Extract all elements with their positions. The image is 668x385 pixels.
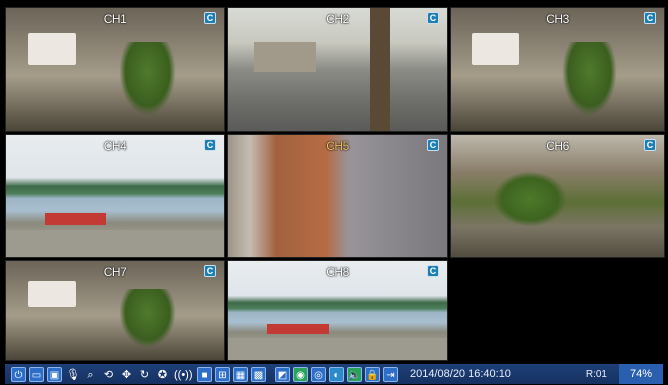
channel-label: CH7 xyxy=(103,265,127,279)
record-count: R:01 xyxy=(585,368,607,380)
channel-badge-icon: C xyxy=(427,139,439,151)
snapshot-icon[interactable]: ▣ xyxy=(47,366,62,382)
logout-icon[interactable]: ⇥ xyxy=(383,366,398,382)
camera-tile-ch1[interactable]: CH1 C xyxy=(5,7,225,132)
camera-tile-ch8[interactable]: CH8 C xyxy=(227,260,448,361)
ptz-icon[interactable]: ✥ xyxy=(119,367,134,382)
channel-badge-icon: C xyxy=(204,265,216,277)
channel-label: CH2 xyxy=(326,12,349,26)
channel-label: CH5 xyxy=(326,139,349,153)
microphone-icon[interactable]: 🎙 xyxy=(65,367,80,382)
mute-icon[interactable]: 🔈 xyxy=(347,366,362,382)
bottom-toolbar: ⏻ ▭ ▣ 🎙 ⌕ ⟲ ✥ ↻ ✪ ((•)) ■ ⊞ ▦ ▩ ◩ ◉ ◎ ◐ … xyxy=(5,364,663,384)
channel-label: CH8 xyxy=(326,265,349,279)
channel-badge-icon: C xyxy=(644,12,656,24)
channel-badge-icon: C xyxy=(427,265,439,277)
disk-usage: 74% xyxy=(619,364,663,384)
channel-label: CH3 xyxy=(546,12,569,26)
channel-label: CH4 xyxy=(103,139,127,153)
datetime: 2014/08/20 16:40:10 xyxy=(410,368,511,380)
zoom-icon[interactable]: ⌕ xyxy=(83,367,98,382)
alarm-icon[interactable]: ((•)) xyxy=(173,367,193,382)
channel-label: CH6 xyxy=(546,139,569,153)
camera-tile-ch2[interactable]: CH2 C xyxy=(227,7,448,132)
channel-badge-icon: C xyxy=(427,12,439,24)
layout-1-icon[interactable]: ■ xyxy=(197,366,212,382)
hdd-icon[interactable]: ◎ xyxy=(311,366,326,382)
pip-icon[interactable]: ◩ xyxy=(275,366,290,382)
channel-label: CH1 xyxy=(103,12,127,26)
camera-tile-ch6[interactable]: CH6 C xyxy=(450,134,665,258)
camera-grid: CH1 C CH2 C CH3 C CH4 C CH5 C CH6 C CH7 … xyxy=(5,7,665,363)
power-icon[interactable]: ⏻ xyxy=(11,366,26,382)
layout-9-icon[interactable]: ▦ xyxy=(233,366,248,382)
layout-4-icon[interactable]: ⊞ xyxy=(215,366,230,382)
camera-tile-ch4[interactable]: CH4 C xyxy=(5,134,225,258)
lock-icon[interactable]: 🔒 xyxy=(365,366,380,382)
playback-icon[interactable]: ⟲ xyxy=(101,367,116,382)
channel-badge-icon: C xyxy=(204,139,216,151)
channel-badge-icon: C xyxy=(644,139,656,151)
rotate-icon[interactable]: ↻ xyxy=(137,367,152,382)
volume-icon[interactable]: ◐ xyxy=(329,366,344,382)
sequence-icon[interactable]: ✪ xyxy=(155,367,170,382)
channel-badge-icon: C xyxy=(204,12,216,24)
empty-tile xyxy=(450,260,665,361)
camera-tile-ch7[interactable]: CH7 C xyxy=(5,260,225,361)
camera-tile-ch3[interactable]: CH3 C xyxy=(450,7,665,132)
camera-tile-ch5[interactable]: CH5 C xyxy=(227,134,448,258)
record-icon[interactable]: ▭ xyxy=(29,366,44,382)
layout-16-icon[interactable]: ▩ xyxy=(251,366,266,382)
network-icon[interactable]: ◉ xyxy=(293,366,308,382)
